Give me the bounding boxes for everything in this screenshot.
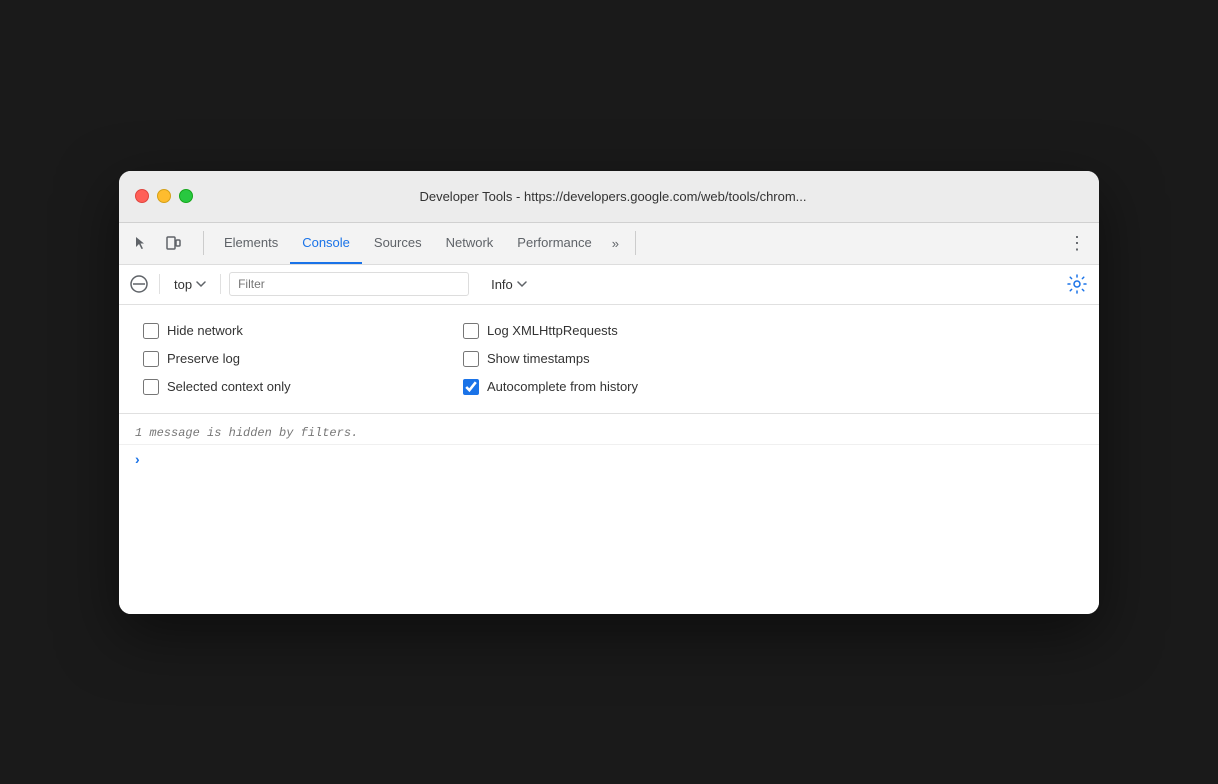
tabs-container: Elements Console Sources Network Perform… bbox=[212, 223, 627, 264]
clear-console-button[interactable] bbox=[127, 272, 151, 296]
hidden-message-notice: 1 message is hidden by filters. bbox=[119, 422, 1099, 445]
tab-elements[interactable]: Elements bbox=[212, 223, 290, 264]
selected-context-checkbox[interactable] bbox=[143, 379, 159, 395]
hide-network-label: Hide network bbox=[167, 323, 243, 338]
tab-console[interactable]: Console bbox=[290, 223, 362, 264]
selected-context-option[interactable]: Selected context only bbox=[143, 379, 423, 395]
console-prompt-row[interactable]: › bbox=[119, 445, 1099, 473]
title-bar: Developer Tools - https://developers.goo… bbox=[119, 171, 1099, 223]
toolbar-icons bbox=[127, 229, 187, 257]
autocomplete-history-label: Autocomplete from history bbox=[487, 379, 638, 394]
autocomplete-history-checkbox[interactable] bbox=[463, 379, 479, 395]
devtools-toolbar: Elements Console Sources Network Perform… bbox=[119, 223, 1099, 265]
hide-network-option[interactable]: Hide network bbox=[143, 323, 423, 339]
autocomplete-history-option[interactable]: Autocomplete from history bbox=[463, 379, 743, 395]
console-divider-1 bbox=[159, 274, 160, 294]
tab-more-button[interactable]: » bbox=[604, 223, 627, 264]
tab-sources[interactable]: Sources bbox=[362, 223, 434, 264]
console-settings-panel: Hide network Log XMLHttpRequests Preserv… bbox=[119, 305, 1099, 414]
console-toolbar: top Info bbox=[119, 265, 1099, 305]
filter-input[interactable] bbox=[229, 272, 469, 296]
tab-performance[interactable]: Performance bbox=[505, 223, 603, 264]
show-timestamps-checkbox[interactable] bbox=[463, 351, 479, 367]
window-title: Developer Tools - https://developers.goo… bbox=[143, 189, 1083, 204]
toolbar-divider-1 bbox=[203, 231, 204, 255]
settings-row-1: Hide network Log XMLHttpRequests bbox=[143, 317, 1075, 345]
devtools-window: Developer Tools - https://developers.goo… bbox=[119, 171, 1099, 614]
tab-network[interactable]: Network bbox=[434, 223, 506, 264]
show-timestamps-label: Show timestamps bbox=[487, 351, 590, 366]
device-toggle-button[interactable] bbox=[159, 229, 187, 257]
settings-row-2: Preserve log Show timestamps bbox=[143, 345, 1075, 373]
hide-network-checkbox[interactable] bbox=[143, 323, 159, 339]
log-xml-checkbox[interactable] bbox=[463, 323, 479, 339]
preserve-log-option[interactable]: Preserve log bbox=[143, 351, 423, 367]
log-xml-label: Log XMLHttpRequests bbox=[487, 323, 618, 338]
settings-row-3: Selected context only Autocomplete from … bbox=[143, 373, 1075, 401]
preserve-log-label: Preserve log bbox=[167, 351, 240, 366]
context-selector[interactable]: top bbox=[168, 275, 212, 294]
preserve-log-checkbox[interactable] bbox=[143, 351, 159, 367]
log-level-selector[interactable]: Info bbox=[485, 275, 533, 294]
show-timestamps-option[interactable]: Show timestamps bbox=[463, 351, 743, 367]
prompt-arrow-icon: › bbox=[135, 451, 140, 467]
selected-context-label: Selected context only bbox=[167, 379, 291, 394]
console-divider-2 bbox=[220, 274, 221, 294]
console-settings-button[interactable] bbox=[1063, 270, 1091, 298]
cursor-icon-button[interactable] bbox=[127, 229, 155, 257]
toolbar-divider-2 bbox=[635, 231, 636, 255]
devtools-menu-button[interactable]: ⋮ bbox=[1063, 229, 1091, 257]
log-xml-option[interactable]: Log XMLHttpRequests bbox=[463, 323, 743, 339]
console-output: 1 message is hidden by filters. › bbox=[119, 414, 1099, 614]
console-input[interactable] bbox=[148, 452, 1083, 466]
